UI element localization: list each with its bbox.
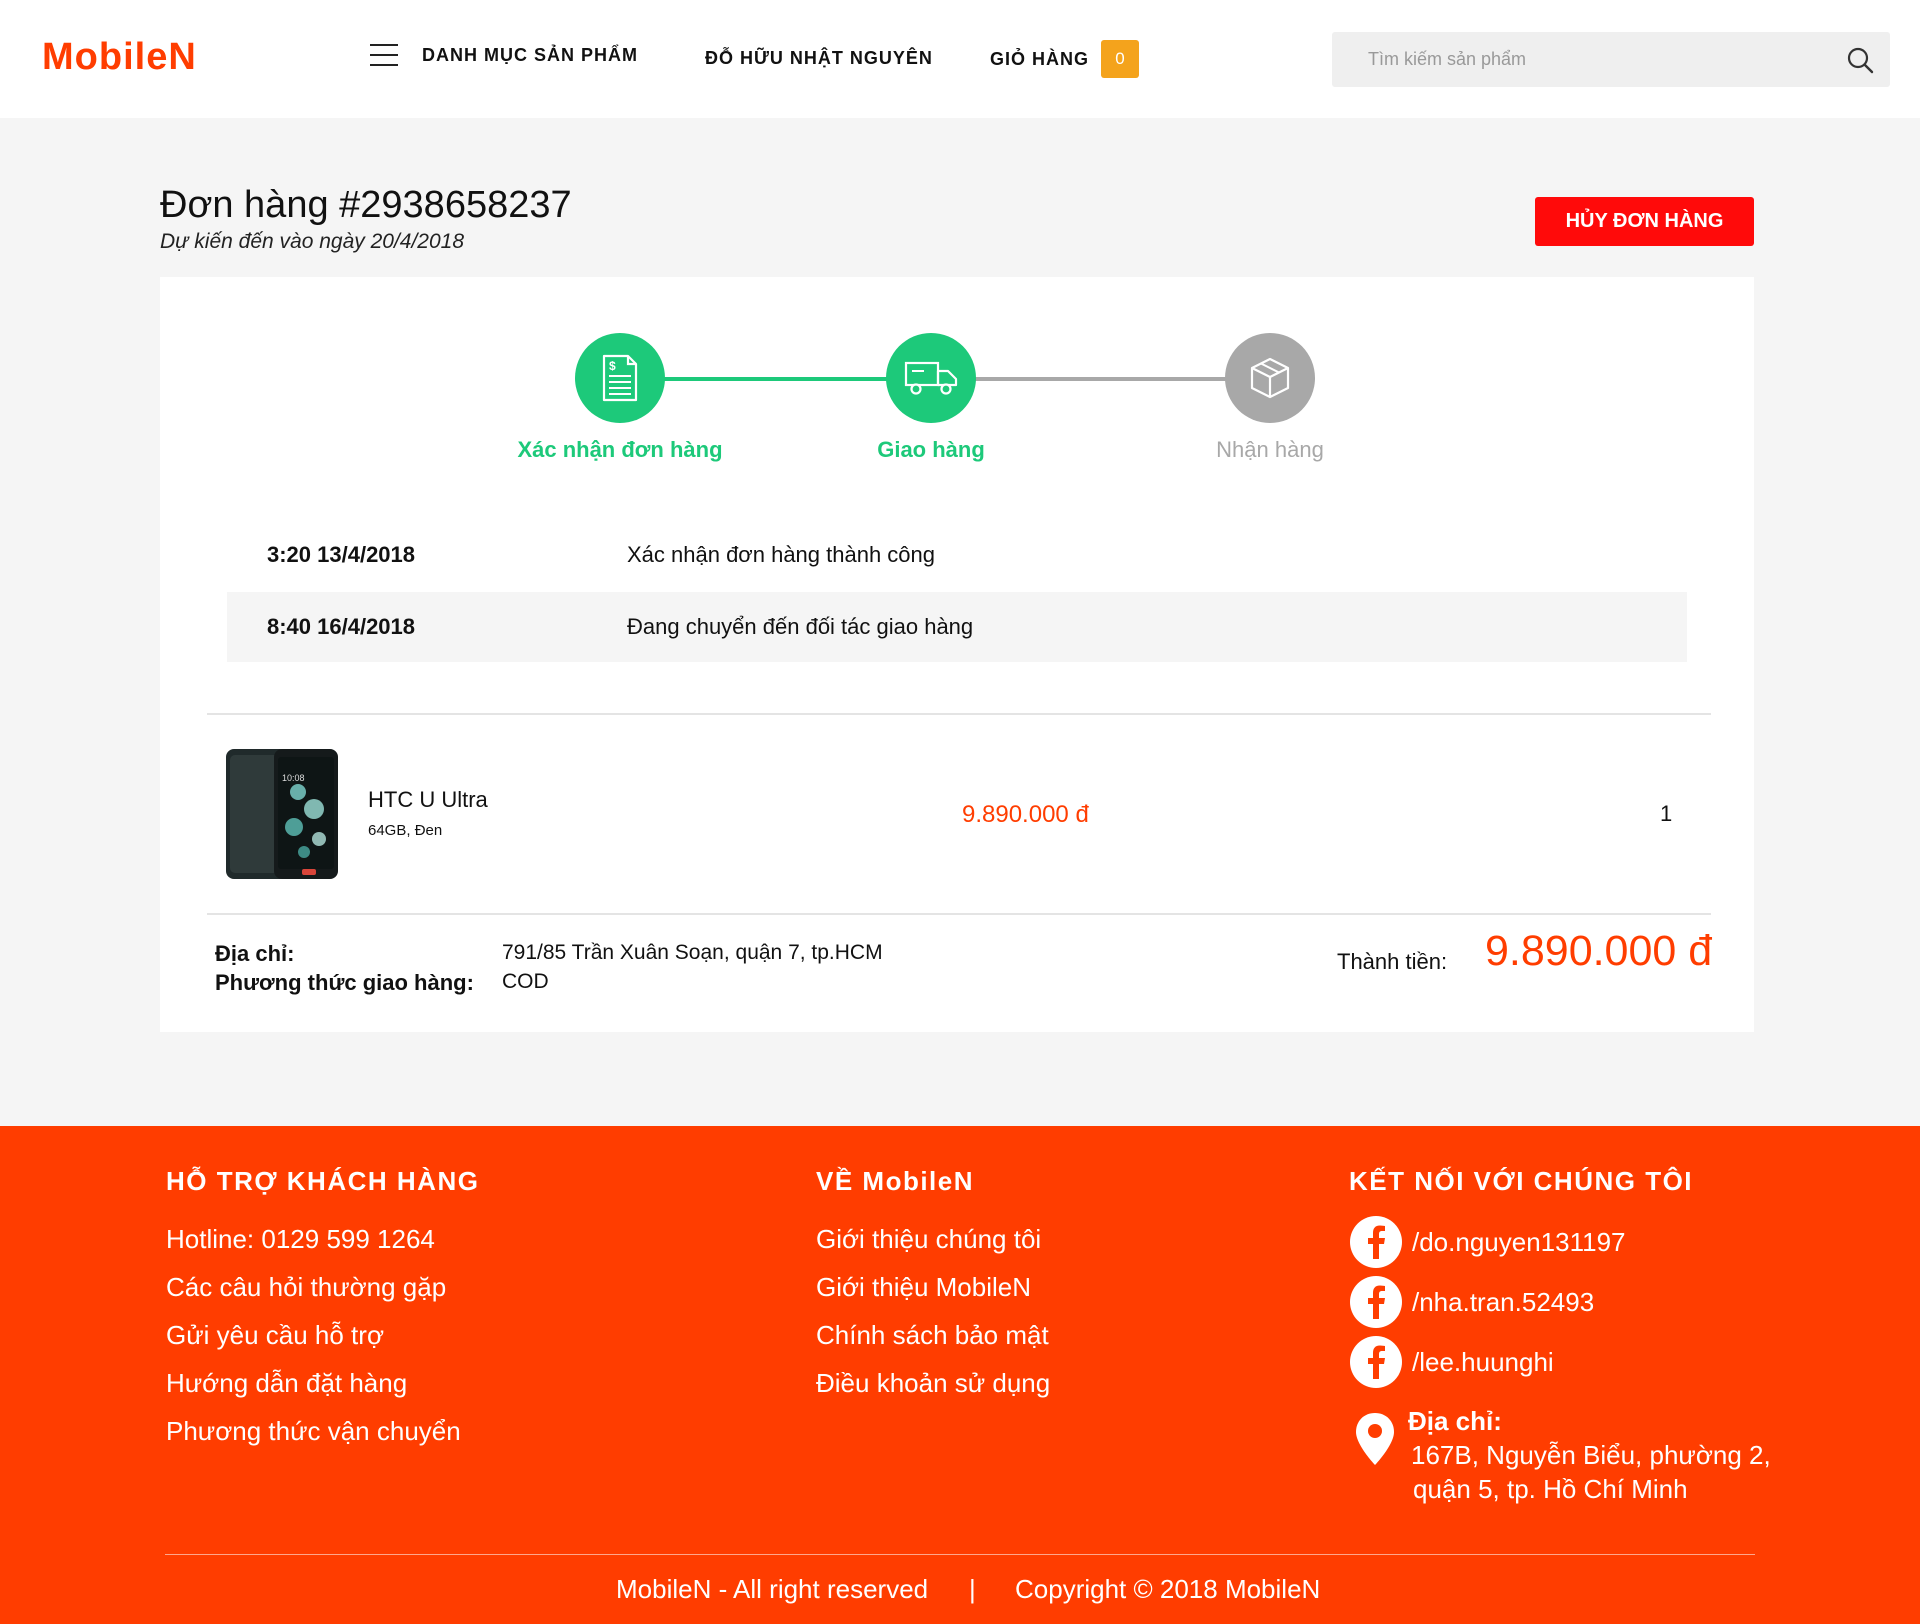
timeline-time: 3:20 13/4/2018 (267, 542, 416, 567)
hamburger-icon[interactable] (370, 44, 398, 66)
footer-link[interactable]: Gửi yêu cầu hỗ trợ (166, 1320, 384, 1351)
product-image[interactable]: 10:08 (224, 747, 340, 881)
location-pin-icon (1356, 1413, 1394, 1465)
footer-link[interactable]: Giới thiệu MobileN (816, 1272, 1031, 1303)
footer-rights: MobileN - All right reserved (616, 1574, 929, 1604)
cart-count-badge: 0 (1101, 40, 1140, 78)
timeline-text: Đang chuyển đến đối tác giao hàng (627, 614, 974, 639)
timeline-row: 3:20 13/4/2018 Xác nhận đơn hàng thành c… (227, 520, 1687, 590)
step-confirm-label: Xác nhận đơn hàng (517, 437, 723, 462)
order-title: Đơn hàng #2938658237 (160, 184, 572, 226)
footer-connect-heading: KẾT NỐI VỚI CHÚNG TÔI (1349, 1166, 1694, 1196)
address-value: 791/85 Trần Xuân Soạn, quận 7, tp.HCM (502, 941, 883, 964)
search-icon (1847, 47, 1874, 73)
divider (207, 713, 1711, 715)
footer-address-line: quận 5, tp. Hồ Chí Minh (1413, 1474, 1688, 1504)
box-icon (1250, 357, 1290, 399)
search-button[interactable] (1830, 32, 1890, 87)
timeline-row: 8:40 16/4/2018 Đang chuyển đến đối tác g… (227, 592, 1687, 662)
search-input[interactable] (1332, 32, 1830, 87)
category-menu-label[interactable]: DANH MỤC SẢN PHẨM (422, 45, 638, 66)
step-shipping-circle (886, 333, 976, 423)
step-shipping-label: Giao hàng (877, 437, 985, 462)
site-footer: HỖ TRỢ KHÁCH HÀNG Hotline: 0129 599 1264… (0, 1126, 1920, 1624)
footer-link[interactable]: Điều khoản sử dụng (816, 1368, 1050, 1399)
footer-copyright: Copyright © 2018 MobileN (1015, 1574, 1321, 1604)
order-eta: Dự kiến đến vào ngày 20/4/2018 (160, 230, 465, 253)
address-label: Địa chỉ: (215, 941, 295, 966)
product-price: 9.890.000 đ (962, 801, 1089, 828)
footer-link[interactable]: Chính sách bảo mật (816, 1320, 1049, 1351)
timeline-text: Xác nhận đơn hàng thành công (627, 542, 936, 567)
footer-about-heading: VỀ MobileN (816, 1166, 975, 1196)
total-value: 9.890.000 đ (1485, 927, 1713, 975)
site-header: MobileN DANH MỤC SẢN PHẨM ĐỖ HỮU NHẬT NG… (0, 0, 1920, 118)
cancel-order-button[interactable]: HỦY ĐƠN HÀNG (1535, 197, 1754, 246)
category-menu[interactable]: DANH MỤC SẢN PHẨM (370, 44, 638, 66)
footer-link[interactable]: Phương thức vận chuyển (166, 1416, 461, 1447)
footer-link[interactable]: Hotline: 0129 599 1264 (166, 1224, 435, 1255)
facebook-handle[interactable]: /lee.huunghi (1412, 1347, 1554, 1378)
timeline-time: 8:40 16/4/2018 (267, 614, 416, 639)
product-name[interactable]: HTC U Ultra (368, 787, 488, 813)
facebook-icon (1350, 1276, 1402, 1328)
product-quantity: 1 (1660, 801, 1673, 826)
step-receive-label: Nhận hàng (1216, 437, 1324, 462)
site-logo[interactable]: MobileN (42, 36, 197, 79)
svg-text:$: $ (609, 359, 616, 373)
total-label: Thành tiền: (1337, 949, 1448, 974)
svg-text:10:08: 10:08 (282, 773, 305, 783)
facebook-handle[interactable]: /nha.tran.52493 (1412, 1287, 1594, 1318)
order-card: $ Xác nhận đơn hàng Giao hàng Nhận hàng … (160, 277, 1754, 1032)
facebook-link[interactable]: /do.nguyen131197 (1350, 1216, 1626, 1268)
user-account-link[interactable]: ĐỖ HỮU NHẬT NGUYÊN (705, 48, 933, 69)
shipping-method-label: Phương thức giao hàng: (215, 970, 474, 995)
truck-icon (904, 361, 958, 395)
footer-link[interactable]: Giới thiệu chúng tôi (816, 1224, 1041, 1255)
shipping-method-value: COD (502, 970, 549, 993)
footer-divider (165, 1554, 1755, 1555)
step-confirm-circle: $ (575, 333, 665, 423)
footer-link[interactable]: Các câu hỏi thường gặp (166, 1272, 446, 1303)
step-receive-circle (1225, 333, 1315, 423)
cart-label[interactable]: GIỎ HÀNG (990, 49, 1089, 70)
footer-separator: | (969, 1574, 976, 1604)
facebook-icon (1350, 1216, 1402, 1268)
product-variant: 64GB, Đen (368, 822, 443, 839)
facebook-link[interactable]: /nha.tran.52493 (1350, 1276, 1594, 1328)
footer-address-line: 167B, Nguyễn Biểu, phường 2, (1411, 1440, 1771, 1470)
facebook-link[interactable]: /lee.huunghi (1350, 1336, 1554, 1388)
footer-link[interactable]: Hướng dẫn đặt hàng (166, 1368, 407, 1399)
search-box (1332, 32, 1890, 87)
divider (207, 913, 1711, 915)
footer-support-heading: HỖ TRỢ KHÁCH HÀNG (166, 1166, 480, 1196)
cart-link[interactable]: GIỎ HÀNG 0 (990, 40, 1140, 78)
footer-address-label: Địa chỉ: (1408, 1406, 1502, 1436)
facebook-icon (1350, 1336, 1402, 1388)
invoice-icon: $ (602, 354, 638, 402)
facebook-handle[interactable]: /do.nguyen131197 (1412, 1227, 1626, 1258)
